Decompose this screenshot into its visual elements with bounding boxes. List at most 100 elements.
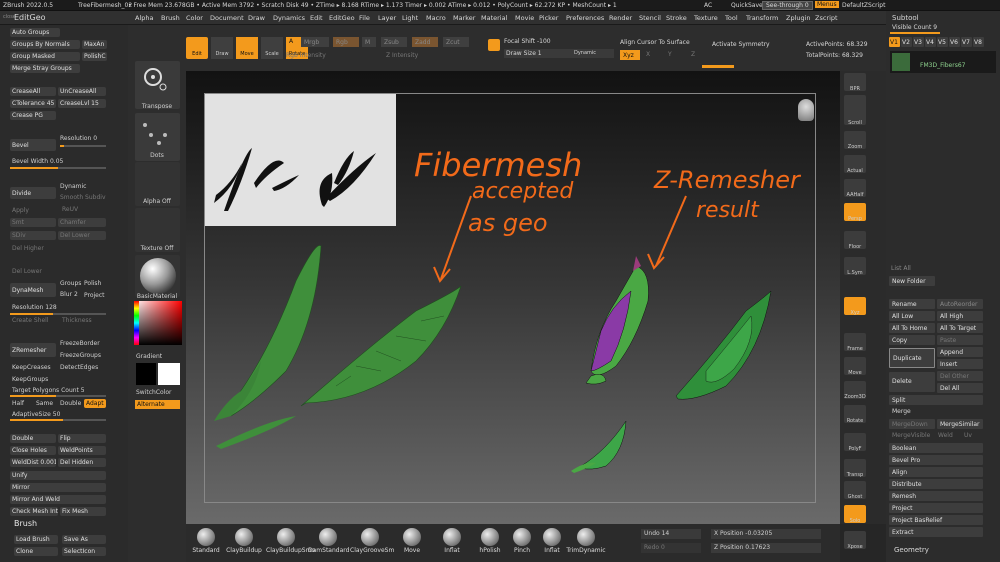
flip-button[interactable]: Flip xyxy=(58,434,106,443)
target-polygons-track[interactable] xyxy=(10,395,106,397)
remesh-menu[interactable]: Remesh xyxy=(889,491,983,501)
del-hidden-button[interactable]: Del Hidden xyxy=(58,458,106,467)
a-toggle[interactable]: A xyxy=(286,37,298,47)
menu-stroke[interactable]: Stroke xyxy=(666,14,687,22)
del-other-button[interactable]: Del Other xyxy=(937,371,983,381)
menu-macro[interactable]: Macro xyxy=(426,14,446,22)
menu-zplugin[interactable]: Zplugin xyxy=(786,14,811,22)
detect-edges-toggle[interactable]: DetectEdges xyxy=(60,364,98,371)
brush-trimdynamic-button[interactable]: TrimDynamic xyxy=(566,528,606,554)
menu-transform[interactable]: Transform xyxy=(746,14,778,22)
alternate-toggle[interactable]: Alternate xyxy=(135,400,180,409)
menu-render[interactable]: Render xyxy=(609,14,632,22)
freeze-groups-toggle[interactable]: FreezeGroups xyxy=(60,352,101,359)
reuv-button[interactable]: ReUV xyxy=(62,206,78,213)
polish-slider[interactable]: PolishC xyxy=(82,52,107,61)
subtool-list[interactable]: FM3D_Fibers67 xyxy=(890,51,996,73)
target-polygons-slider[interactable]: Target Polygons Count 5 xyxy=(12,387,85,394)
thickness-slider[interactable]: Thickness xyxy=(62,317,92,324)
mirror-button[interactable]: Mirror xyxy=(10,483,106,492)
bevel-button[interactable]: Bevel xyxy=(10,139,56,151)
x-position-slider[interactable]: X Position -0.03205 xyxy=(711,529,821,539)
weld-dist-slider[interactable]: WeldDist 0.0010 xyxy=(10,458,56,467)
orientation-head-icon[interactable] xyxy=(798,99,814,121)
zadd-toggle[interactable]: Zadd xyxy=(412,37,438,47)
adaptive-size-track[interactable] xyxy=(10,419,106,421)
keep-creases-toggle[interactable]: KeepCreases xyxy=(12,364,51,371)
del-lower-button-2[interactable]: Del Lower xyxy=(12,268,42,275)
auto-groups-button[interactable]: Auto Groups xyxy=(10,28,60,37)
ac-button[interactable]: AC xyxy=(704,2,712,9)
mirror-and-weld-button[interactable]: Mirror And Weld xyxy=(10,495,106,504)
x-axis-toggle[interactable]: X xyxy=(646,51,650,58)
brush-inflat-button[interactable]: Inflat xyxy=(432,528,472,554)
visible-count-slider[interactable]: Visible Count 9 xyxy=(892,24,937,31)
align-menu[interactable]: Align xyxy=(889,467,983,477)
menu-file[interactable]: File xyxy=(359,14,370,22)
menu-edit[interactable]: Edit xyxy=(310,14,323,22)
version-v7-button[interactable]: V7 xyxy=(961,37,972,47)
split-menu[interactable]: Split xyxy=(889,395,983,405)
version-v3-button[interactable]: V3 xyxy=(913,37,924,47)
all-low-button[interactable]: All Low xyxy=(889,311,935,321)
merge-stray-groups-button[interactable]: Merge Stray Groups xyxy=(10,64,80,73)
freeze-border-toggle[interactable]: FreezeBorder xyxy=(60,340,100,347)
zcut-toggle[interactable]: Zcut xyxy=(443,37,469,47)
new-folder-button[interactable]: New Folder xyxy=(889,276,935,286)
save-as-button[interactable]: Save As xyxy=(62,535,106,544)
viewport-canvas[interactable]: Fibermesh accepted as geo Z-Remesher res… xyxy=(186,71,840,524)
menu-light[interactable]: Light xyxy=(402,14,418,22)
all-to-home-button[interactable]: All To Home xyxy=(889,323,935,333)
seethrough-slider[interactable]: See-through 0 xyxy=(762,1,813,10)
brush-damstandard-button[interactable]: DamStandard xyxy=(308,528,349,554)
select-icon-button[interactable]: SelectIcon xyxy=(62,547,106,556)
check-mesh-integrity-button[interactable]: Check Mesh Int xyxy=(10,507,58,516)
apply-button[interactable]: Apply xyxy=(12,207,29,214)
merge-down-button[interactable]: MergeDown xyxy=(889,419,935,429)
delete-button[interactable]: Delete xyxy=(889,372,935,392)
version-v2-button[interactable]: V2 xyxy=(901,37,912,47)
bevel-width-track[interactable] xyxy=(10,167,106,169)
panel-title[interactable]: EditGeo xyxy=(14,13,46,22)
draw-mode-button[interactable]: Draw xyxy=(211,37,233,59)
dynamesh-blur-slider[interactable]: Blur 2 xyxy=(60,291,78,298)
focal-shift-slider[interactable]: Focal Shift -100 xyxy=(504,38,551,45)
brush-standard-button[interactable]: Standard xyxy=(186,528,226,554)
divide-button[interactable]: Divide xyxy=(10,187,56,199)
dynamesh-resolution-track[interactable] xyxy=(10,313,106,315)
list-all-button[interactable]: List All xyxy=(891,265,911,272)
menu-color[interactable]: Color xyxy=(186,14,203,22)
group-masked-button[interactable]: Group Masked xyxy=(10,52,80,61)
menu-editgeo[interactable]: EditGeo xyxy=(329,14,355,22)
merge-similar-button[interactable]: MergeSimilar xyxy=(937,419,983,429)
all-high-button[interactable]: All High xyxy=(937,311,983,321)
color-picker[interactable] xyxy=(134,301,182,345)
dynamesh-polish-toggle[interactable]: Polish xyxy=(84,280,101,287)
ctolerance-slider[interactable]: CTolerance 45 xyxy=(10,99,56,108)
same-button[interactable]: Same xyxy=(36,400,53,407)
bevel-pro-menu[interactable]: Bevel Pro xyxy=(889,455,983,465)
groups-by-normals-button[interactable]: Groups By Normals xyxy=(10,40,80,49)
insert-button[interactable]: Insert xyxy=(937,359,983,369)
bevel-resolution-slider[interactable]: Resolution 0 xyxy=(60,135,97,142)
all-to-target-button[interactable]: All To Target xyxy=(937,323,983,333)
merge-menu[interactable]: Merge xyxy=(892,408,911,415)
hue-strip[interactable] xyxy=(134,301,139,345)
half-button[interactable]: Half xyxy=(12,400,24,407)
dynamesh-project-toggle[interactable]: Project xyxy=(84,292,105,299)
extract-menu[interactable]: Extract xyxy=(889,527,983,537)
menu-alpha[interactable]: Alpha xyxy=(135,14,153,22)
geometry-panel-title[interactable]: Geometry xyxy=(894,546,929,554)
menu-stencil[interactable]: Stencil xyxy=(639,14,661,22)
menu-zscript[interactable]: Zscript xyxy=(815,14,838,22)
menu-picker[interactable]: Picker xyxy=(539,14,558,22)
adaptive-size-slider[interactable]: AdaptiveSize 50 xyxy=(12,411,60,418)
z-intensity-slider[interactable]: Z Intensity xyxy=(386,52,418,59)
weld-points-button[interactable]: WeldPoints xyxy=(58,446,106,455)
maxangle-slider[interactable]: MaxAn xyxy=(82,40,107,49)
boolean-menu[interactable]: Boolean xyxy=(889,443,983,453)
crease-level-slider[interactable]: CreaseLvl 15 xyxy=(58,99,106,108)
sdiv-slider[interactable]: SDiv xyxy=(10,231,56,240)
bevel-resolution-track[interactable] xyxy=(60,145,106,147)
subtool-thumbnail[interactable] xyxy=(892,53,910,71)
